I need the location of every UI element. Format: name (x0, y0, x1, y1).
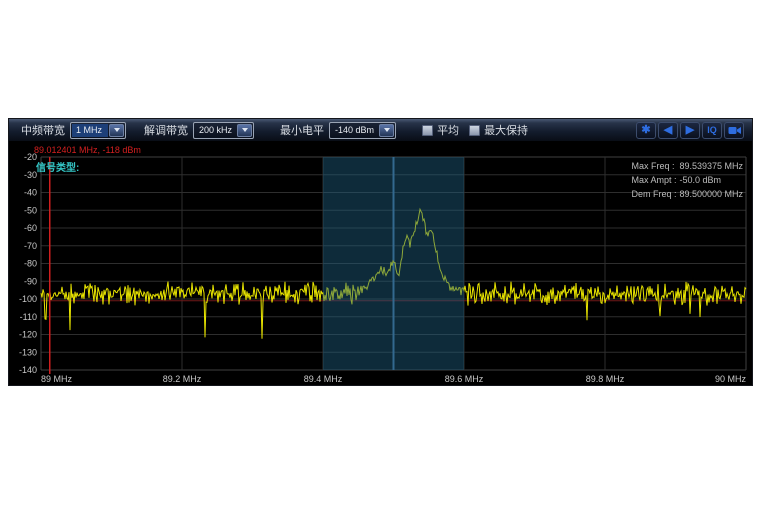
next-button[interactable]: ▶ (680, 122, 700, 139)
dem-freq-label: Dem Freq (631, 187, 679, 201)
iq-label: IQ (707, 126, 717, 135)
signal-type-label: 信号类型: (36, 159, 79, 174)
average-label: 平均 (437, 122, 459, 138)
svg-text:-70: -70 (24, 241, 37, 251)
svg-text:89.4 MHz: 89.4 MHz (304, 374, 343, 384)
svg-text:-110: -110 (20, 312, 37, 322)
svg-text:-40: -40 (24, 188, 37, 198)
snowflake-icon: ✱ (641, 125, 650, 136)
svg-text:-60: -60 (24, 223, 37, 233)
record-button[interactable] (724, 122, 744, 139)
dem-freq-value: 89.500000 MHz (679, 189, 743, 199)
checkbox-icon[interactable] (469, 125, 480, 136)
arrow-right-icon: ▶ (686, 125, 694, 136)
dem-freq-row: Dem Freq89.500000 MHz (631, 187, 743, 201)
svg-text:-90: -90 (24, 276, 37, 286)
demod-bandwidth-value: 200 kHz (195, 124, 236, 137)
max-ampt-value: -50.0 dBm (679, 175, 721, 185)
freeze-button[interactable]: ✱ (636, 122, 656, 139)
max-freq-row: Max Freq89.539375 MHz (631, 159, 743, 173)
if-bandwidth-label: 中频带宽 (21, 122, 65, 138)
max-freq-label: Max Freq (631, 159, 679, 173)
svg-text:-130: -130 (19, 347, 37, 357)
max-hold-label: 最大保持 (484, 122, 528, 138)
marker-readout: 89.012401 MHz, -118 dBm (34, 145, 141, 155)
arrow-left-icon: ◀ (664, 125, 672, 136)
toolbar-button-group: ✱ ◀ ▶ IQ (634, 122, 744, 139)
min-level-label: 最小电平 (280, 122, 324, 138)
max-ampt-row: Max Ampt-50.0 dBm (631, 173, 743, 187)
min-level-value: -140 dBm (331, 124, 378, 137)
svg-text:90 MHz: 90 MHz (715, 374, 747, 384)
svg-text:-100: -100 (19, 294, 37, 304)
min-level-select[interactable]: -140 dBm (329, 122, 396, 139)
measurement-info: Max Freq89.539375 MHz Max Ampt-50.0 dBm … (631, 159, 743, 201)
average-checkbox[interactable]: 平均 (422, 122, 459, 138)
iq-button[interactable]: IQ (702, 122, 722, 139)
if-bandwidth-select[interactable]: 1 MHz (70, 122, 126, 139)
svg-text:-50: -50 (24, 205, 37, 215)
demod-bandwidth-select[interactable]: 200 kHz (193, 122, 254, 139)
svg-text:89.8 MHz: 89.8 MHz (586, 374, 625, 384)
svg-text:89 MHz: 89 MHz (41, 374, 73, 384)
chevron-down-icon[interactable] (237, 124, 252, 137)
chevron-down-icon[interactable] (379, 124, 394, 137)
max-ampt-label: Max Ampt (631, 173, 679, 187)
demod-bandwidth-label: 解调带宽 (144, 122, 188, 138)
svg-text:-140: -140 (19, 365, 37, 375)
svg-text:-80: -80 (24, 259, 37, 269)
spectrum-analyzer-window: 中频带宽 1 MHz 解调带宽 200 kHz 最小电平 -140 dBm 平均… (8, 118, 753, 386)
svg-text:89.2 MHz: 89.2 MHz (163, 374, 202, 384)
svg-text:-120: -120 (19, 330, 37, 340)
camera-icon (728, 125, 741, 136)
checkbox-icon[interactable] (422, 125, 433, 136)
svg-text:89.6 MHz: 89.6 MHz (445, 374, 484, 384)
prev-button[interactable]: ◀ (658, 122, 678, 139)
max-hold-checkbox[interactable]: 最大保持 (469, 122, 528, 138)
max-freq-value: 89.539375 MHz (679, 161, 743, 171)
toolbar: 中频带宽 1 MHz 解调带宽 200 kHz 最小电平 -140 dBm 平均… (9, 119, 752, 142)
chevron-down-icon[interactable] (109, 124, 124, 137)
if-bandwidth-value: 1 MHz (72, 124, 108, 137)
spectrum-panel: -20-30-40-50-60-70-80-90-100-110-120-130… (9, 142, 752, 385)
